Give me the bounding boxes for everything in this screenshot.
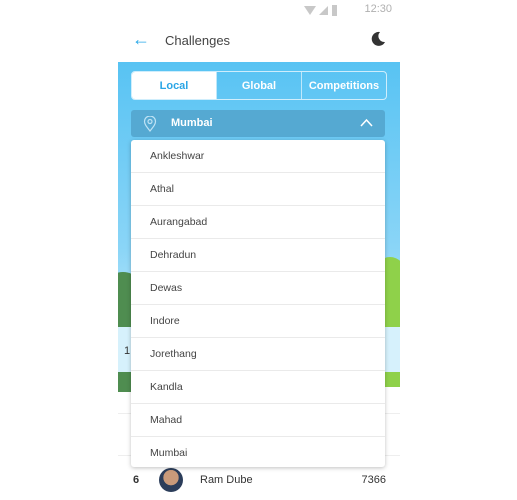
phone-screen: 12:30 ← Challenges Local Global Competit… [118,0,400,500]
option-jorethang[interactable]: Jorethang [131,338,385,371]
option-indore[interactable]: Indore [131,305,385,338]
status-bar: 12:30 [118,0,400,20]
app-bar: ← Challenges [118,20,400,62]
tab-bar: Local Global Competitions [131,71,387,100]
score: 7366 [361,474,386,486]
tab-local[interactable]: Local [132,72,216,99]
location-dropdown[interactable]: Mumbai [131,110,385,137]
rank-partial: 1 [124,345,131,357]
tab-competitions[interactable]: Competitions [301,72,386,99]
leaderboard-row[interactable]: 6 Ram Dube 7366 [118,466,400,494]
clock: 12:30 [364,3,392,15]
chevron-up-icon [360,118,373,127]
rank: 6 [133,474,140,486]
option-dewas[interactable]: Dewas [131,272,385,305]
arrow-left-icon[interactable]: ← [132,29,150,50]
avatar [159,468,183,492]
option-kandla[interactable]: Kandla [131,371,385,404]
option-mumbai[interactable]: Mumbai [131,437,385,467]
option-ankleshwar[interactable]: Ankleshwar [131,140,385,173]
player-name: Ram Dube [200,474,253,486]
moon-icon[interactable] [370,31,386,47]
page-title: Challenges [165,33,231,48]
option-dehradun[interactable]: Dehradun [131,239,385,272]
option-athal[interactable]: Athal [131,173,385,206]
selected-location: Mumbai [171,117,213,129]
option-aurangabad[interactable]: Aurangabad [131,206,385,239]
location-options: Ankleshwar Athal Aurangabad Dehradun Dew… [131,140,385,467]
signal-icons [304,5,337,16]
tab-global[interactable]: Global [216,72,301,99]
option-mahad[interactable]: Mahad [131,404,385,437]
map-pin-icon [143,116,157,132]
